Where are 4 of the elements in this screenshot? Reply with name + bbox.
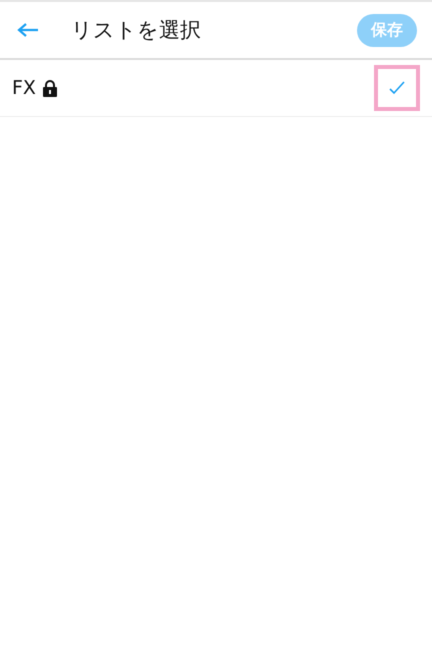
list-name: FX — [12, 77, 36, 99]
back-arrow-icon[interactable] — [17, 22, 39, 38]
window-title: リストを選択 — [71, 17, 202, 44]
check-toggle[interactable] — [374, 65, 420, 111]
